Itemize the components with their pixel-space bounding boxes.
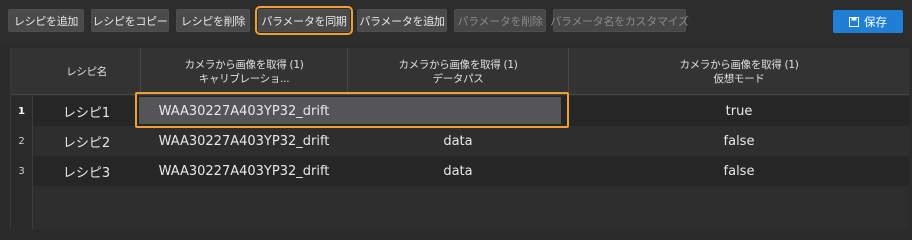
column-header-calibration[interactable]: カメラから画像を取得 (1) キャリブレーショ... (141, 48, 347, 95)
header-label: カメラから画像を取得 (1) (398, 58, 518, 71)
header-sublabel: キャリブレーショ... (198, 72, 290, 85)
customize-param-name-button[interactable]: パラメータ名をカスタマイズ (550, 9, 689, 32)
recipe-name-cell[interactable]: レシピ3 (33, 156, 140, 186)
header-label: レシピ名 (66, 65, 107, 78)
column-header-data-path[interactable]: カメラから画像を取得 (1) データパス (348, 48, 568, 95)
toolbar: レシピを追加 レシピをコピー レシピを削除 パラメータを同期 パラメータを追加 … (0, 0, 912, 44)
row-number[interactable]: 3 (11, 156, 33, 186)
save-button[interactable]: 保存 (833, 10, 903, 33)
add-param-button[interactable]: パラメータを追加 (357, 9, 447, 32)
calibration-cell[interactable]: WAA30227A403YP32_drift (141, 156, 347, 186)
column-header-virtual-mode[interactable]: カメラから画像を取得 (1) 仮想モード (569, 48, 909, 95)
virtual-mode-cell[interactable]: true (569, 96, 909, 126)
row-number[interactable]: 2 (11, 126, 33, 156)
copy-recipe-button[interactable]: レシピをコピー (91, 9, 169, 32)
recipe-name-cell[interactable]: レシピ1 (33, 96, 140, 126)
save-label: 保存 (864, 14, 887, 29)
add-recipe-button[interactable]: レシピを追加 (8, 9, 84, 32)
delete-recipe-button[interactable]: レシピを削除 (176, 9, 250, 32)
data-path-cell[interactable]: data (348, 126, 568, 156)
delete-param-button[interactable]: パラメータを削除 (454, 9, 546, 32)
header-sublabel: データパス (432, 72, 484, 85)
data-path-cell[interactable]: data (348, 156, 568, 186)
save-icon (849, 16, 859, 27)
header-label: カメラから画像を取得 (1) (679, 58, 799, 71)
calibration-cell[interactable]: WAA30227A403YP32_drift (141, 126, 347, 156)
row-number[interactable]: 1 (11, 96, 33, 126)
column-header-recipe-name[interactable]: レシピ名 (33, 48, 140, 95)
row-header-gutter (11, 185, 33, 229)
table-row[interactable]: 2 レシピ2 WAA30227A403YP32_drift data false (11, 126, 909, 156)
table-row[interactable]: 3 レシピ3 WAA30227A403YP32_drift data false (11, 156, 909, 186)
selection-highlight (135, 92, 569, 128)
recipe-table: レシピ名 カメラから画像を取得 (1) キャリブレーショ... カメラから画像を… (10, 48, 909, 229)
virtual-mode-cell[interactable]: false (569, 126, 909, 156)
sync-params-button[interactable]: パラメータを同期 (255, 6, 353, 35)
virtual-mode-cell[interactable]: false (569, 156, 909, 186)
header-label: カメラから画像を取得 (1) (184, 58, 304, 71)
header-sublabel: 仮想モード (713, 72, 765, 85)
recipe-name-cell[interactable]: レシピ2 (33, 126, 140, 156)
